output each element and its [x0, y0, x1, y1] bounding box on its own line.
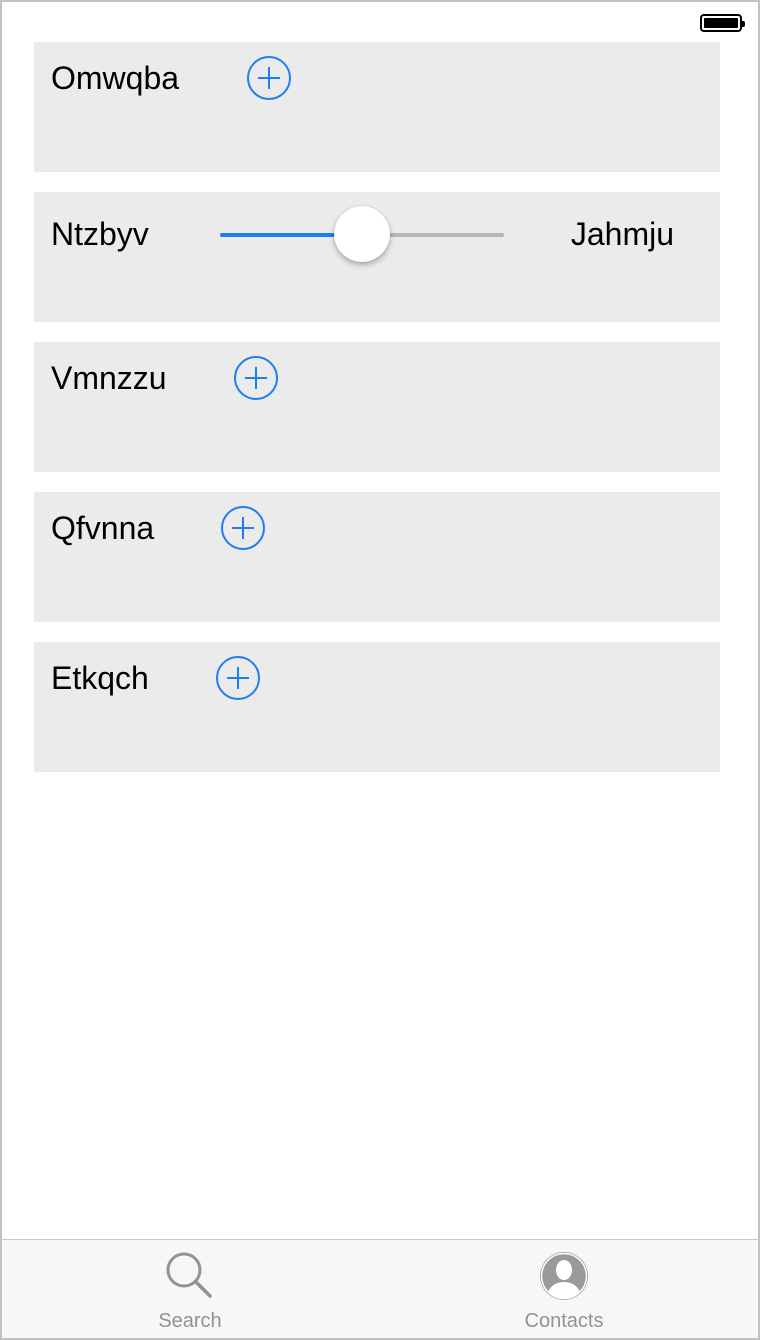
card-label: Vmnzzu: [51, 360, 167, 396]
tab-label: Contacts: [524, 1310, 604, 1332]
slider-right-label: Jahmju: [570, 216, 674, 252]
tab-bar: Search Contacts: [2, 1239, 758, 1338]
contact-avatar-icon: [536, 1248, 592, 1309]
card-label: Etkqch: [51, 660, 149, 696]
battery-icon: [700, 14, 745, 32]
card-etkqch: Etkqch: [34, 642, 720, 772]
add-button[interactable]: [234, 356, 278, 400]
slider-track[interactable]: [220, 206, 504, 262]
tab-contacts[interactable]: Contacts: [454, 1240, 674, 1338]
search-icon: [162, 1248, 218, 1309]
card-omwqba: Omwqba: [34, 42, 720, 172]
add-button[interactable]: [247, 56, 291, 100]
card-label: Omwqba: [51, 60, 180, 96]
card-label: Ntzbyv: [51, 216, 149, 252]
tab-search[interactable]: Search: [80, 1240, 300, 1338]
phone-screen: Omwqba Ntzbyv Jahmju Vmnzzu Qfvnna Etkqc…: [0, 0, 760, 1340]
card-ntzbyv: Ntzbyv Jahmju: [34, 192, 720, 322]
slider-thumb[interactable]: [334, 206, 390, 262]
add-button[interactable]: [221, 506, 265, 550]
card-vmnzzu: Vmnzzu: [34, 342, 720, 472]
card-label: Qfvnna: [51, 510, 155, 546]
tab-label: Search: [158, 1310, 222, 1332]
add-button[interactable]: [216, 656, 260, 700]
card-qfvnna: Qfvnna: [34, 492, 720, 622]
